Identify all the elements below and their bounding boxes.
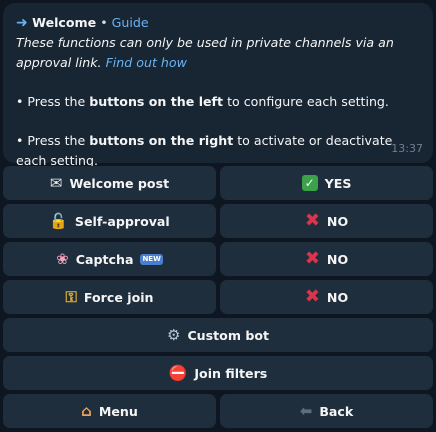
intro-text: These functions can only be used in priv… <box>16 33 421 73</box>
welcome-post-status: YES <box>324 175 352 191</box>
self-approval-label: Self-approval <box>74 213 170 229</box>
find-out-link[interactable]: Find out how <box>106 55 187 70</box>
lock-icon: 🔓 <box>49 211 68 230</box>
join-filters-label: Join filters <box>194 365 268 381</box>
menu-button[interactable]: ⌂ Menu <box>3 394 216 428</box>
force-join-button[interactable]: ⚿ Force join <box>3 280 216 314</box>
welcome-post-button[interactable]: ✉ Welcome post <box>3 166 216 200</box>
guide-link[interactable]: Guide <box>112 15 149 30</box>
self-approval-toggle[interactable]: ✖ NO <box>220 204 433 238</box>
captcha-button[interactable]: ❀ Captcha NEW <box>3 242 216 276</box>
message-bubble: ➜ Welcome • Guide These functions can on… <box>3 3 433 168</box>
keyboard-row-custom-bot: ⚙ Custom bot <box>3 318 433 352</box>
back-button[interactable]: ⬅ Back <box>220 394 433 428</box>
back-arrow-icon: ⬅ <box>299 401 313 420</box>
welcome-post-toggle[interactable]: ✓ YES <box>220 166 433 200</box>
envelope-icon: ✉ <box>49 173 63 192</box>
house-icon: ⌂ <box>81 401 92 420</box>
bullet-left: • Press the buttons on the left to confi… <box>16 92 421 112</box>
new-badge: NEW <box>140 253 163 265</box>
force-join-label: Force join <box>83 289 154 305</box>
bullet-left-suffix: to configure each setting. <box>223 94 389 109</box>
bullet-left-bold: buttons on the left <box>89 94 224 109</box>
intro-sentence: These functions can only be used in priv… <box>16 35 394 70</box>
robot-icon: ⚙ <box>166 325 181 344</box>
message-title: Welcome <box>32 15 97 30</box>
title-separator: • <box>96 15 112 30</box>
join-filters-button[interactable]: ⛔ Join filters <box>3 356 433 390</box>
custom-bot-button[interactable]: ⚙ Custom bot <box>3 318 433 352</box>
keyboard-row-force-join: ⚿ Force join ✖ NO <box>3 280 433 314</box>
keyboard-row-self-approval: 🔓 Self-approval ✖ NO <box>3 204 433 238</box>
message-title-line: ➜ Welcome • Guide <box>16 13 421 33</box>
force-join-toggle[interactable]: ✖ NO <box>220 280 433 314</box>
brain-icon: ❀ <box>56 249 69 268</box>
message-time: 13:37 <box>391 142 423 155</box>
menu-label: Menu <box>98 403 138 419</box>
bullet-right-prefix: • Press the <box>16 133 90 148</box>
keyboard-row-join-filters: ⛔ Join filters <box>3 356 433 390</box>
arrow-in-icon: ➜ <box>16 15 28 31</box>
key-icon: ⚿ <box>65 287 77 306</box>
self-approval-button[interactable]: 🔓 Self-approval <box>3 204 216 238</box>
self-approval-status: NO <box>326 213 349 229</box>
check-mark-icon: ✓ <box>301 175 318 191</box>
captcha-status: NO <box>326 251 349 267</box>
keyboard-row-nav: ⌂ Menu ⬅ Back <box>3 394 433 428</box>
cross-mark-icon: ✖ <box>304 210 320 231</box>
bullet-right: • Press the buttons on the right to acti… <box>16 131 421 171</box>
custom-bot-label: Custom bot <box>187 327 270 343</box>
keyboard-row-welcome: ✉ Welcome post ✓ YES <box>3 166 433 200</box>
force-join-status: NO <box>326 289 349 305</box>
no-entry-icon: ⛔ <box>168 363 188 382</box>
bullet-left-prefix: • Press the <box>16 94 90 109</box>
back-label: Back <box>319 403 354 419</box>
bullet-right-bold: buttons on the right <box>89 133 234 148</box>
inline-keyboard: ✉ Welcome post ✓ YES 🔓 Self-approval ✖ N… <box>3 166 433 432</box>
captcha-toggle[interactable]: ✖ NO <box>220 242 433 276</box>
welcome-post-label: Welcome post <box>69 175 170 191</box>
cross-mark-icon: ✖ <box>304 248 320 269</box>
captcha-label: Captcha <box>75 251 134 267</box>
keyboard-row-captcha: ❀ Captcha NEW ✖ NO <box>3 242 433 276</box>
cross-mark-icon: ✖ <box>304 286 320 307</box>
